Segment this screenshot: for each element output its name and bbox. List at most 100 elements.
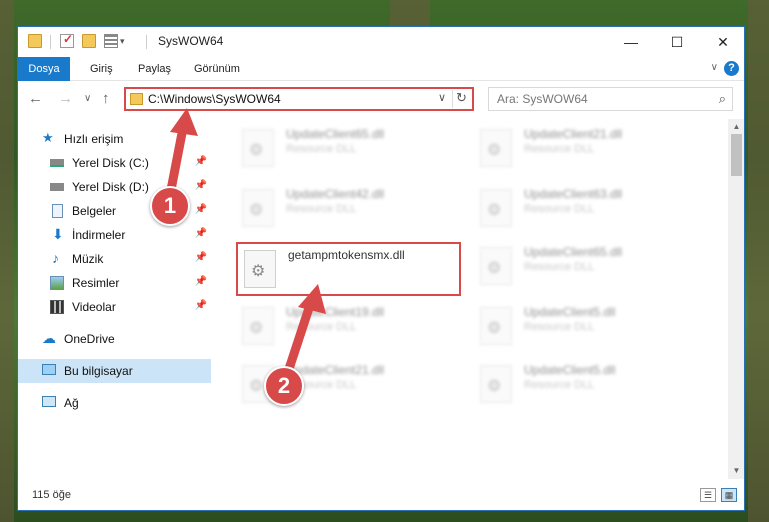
- file-type: Resource DLL: [286, 143, 357, 155]
- ribbon: Dosya Giriş Paylaş Görünüm ∨ ?: [18, 57, 744, 81]
- navigation-bar: ← → ∨ ↑ C:\Windows\SysWOW64 ∨ ↻ Ara: Sys…: [18, 82, 744, 118]
- sidebar-item-this-pc[interactable]: Bu bilgisayar: [18, 359, 211, 383]
- dll-file-icon: [480, 129, 512, 167]
- file-item[interactable]: UpdateClient65.dll Resource DLL: [474, 237, 699, 291]
- sidebar-item-label: Hızlı erişim: [64, 132, 124, 146]
- sidebar-item-label: Ağ: [64, 396, 79, 410]
- pin-icon: 📌: [194, 300, 207, 311]
- separator: [50, 35, 51, 49]
- search-input[interactable]: Ara: SysWOW64 ⌕: [488, 87, 733, 111]
- tab-home[interactable]: Giriş: [90, 57, 113, 81]
- search-icon[interactable]: ⌕: [719, 91, 726, 107]
- sidebar-item-local-disk-c[interactable]: Yerel Disk (C:) 📌: [18, 151, 211, 175]
- address-bar[interactable]: C:\Windows\SysWOW64 ∨ ↻: [124, 87, 474, 111]
- refresh-button[interactable]: ↻: [452, 90, 470, 108]
- sidebar-item-label: Belgeler: [72, 204, 117, 218]
- window-title: SysWOW64: [158, 34, 224, 48]
- file-item[interactable]: UpdateClient5.dll Resource DLL: [474, 297, 699, 351]
- background-tree: [0, 0, 14, 522]
- file-type: Resource DLL: [524, 379, 595, 391]
- sidebar-item-label: Müzik: [72, 252, 104, 266]
- scroll-thumb[interactable]: [731, 134, 742, 176]
- dll-file-icon: [242, 189, 274, 227]
- sidebar-item-label: Resimler: [72, 276, 120, 290]
- sidebar-item-quick-access[interactable]: ★ Hızlı erişim: [18, 127, 211, 151]
- item-count: 115 öğe: [32, 489, 71, 501]
- file-list: UpdateClient65.dll Resource DLL UpdateCl…: [216, 119, 726, 479]
- scroll-down-arrow[interactable]: ▼: [728, 463, 744, 479]
- sidebar-item-music[interactable]: ♪ Müzik 📌: [18, 247, 211, 271]
- scroll-up-arrow[interactable]: ▲: [728, 119, 744, 135]
- file-name: UpdateClient63.dll: [524, 187, 623, 201]
- file-item[interactable]: UpdateClient5.dll Resource DLL: [474, 355, 699, 409]
- back-button[interactable]: ←: [28, 90, 43, 107]
- close-button[interactable]: ✕: [700, 27, 744, 57]
- pin-icon: 📌: [194, 228, 207, 239]
- maximize-button[interactable]: ☐: [654, 27, 700, 57]
- status-bar: 115 öğe ☰ ▦: [18, 482, 744, 510]
- help-icon[interactable]: ?: [724, 61, 739, 76]
- file-name: UpdateClient65.dll: [286, 127, 385, 141]
- file-item[interactable]: UpdateClient21.dll Resource DLL: [474, 119, 699, 173]
- up-button[interactable]: ↑: [102, 90, 110, 107]
- pin-icon: 📌: [194, 252, 207, 263]
- file-type: Resource DLL: [524, 143, 595, 155]
- pin-icon: 📌: [194, 180, 207, 191]
- file-name: UpdateClient5.dll: [524, 305, 616, 319]
- file-item[interactable]: UpdateClient19.dll Resource DLL: [236, 297, 461, 351]
- folder-icon: [130, 93, 143, 105]
- sidebar-item-label: Yerel Disk (D:): [72, 180, 149, 194]
- download-icon: ⬇: [52, 226, 64, 242]
- tab-file[interactable]: Dosya: [18, 57, 70, 81]
- forward-button[interactable]: →: [58, 90, 73, 107]
- sidebar-item-network[interactable]: Ağ: [18, 391, 211, 415]
- tab-share[interactable]: Paylaş: [138, 57, 171, 81]
- sidebar-item-downloads[interactable]: ⬇ İndirmeler 📌: [18, 223, 211, 247]
- file-name: UpdateClient65.dll: [524, 245, 623, 259]
- file-item-highlighted[interactable]: getampmtokensmx.dll: [236, 242, 461, 296]
- address-path[interactable]: C:\Windows\SysWOW64: [148, 92, 281, 106]
- vertical-scrollbar[interactable]: ▲ ▼: [728, 119, 744, 479]
- file-type: Resource DLL: [524, 261, 595, 273]
- file-type: Resource DLL: [286, 321, 357, 333]
- chevron-down-icon[interactable]: ∨: [438, 91, 446, 104]
- file-name: UpdateClient19.dll: [286, 305, 385, 319]
- minimize-button[interactable]: —: [608, 27, 654, 57]
- file-item[interactable]: UpdateClient63.dll Resource DLL: [474, 179, 699, 233]
- file-item[interactable]: UpdateClient42.dll Resource DLL: [236, 179, 461, 233]
- dll-file-icon: [480, 365, 512, 403]
- drive-icon: [50, 159, 64, 167]
- file-type: Resource DLL: [524, 203, 595, 215]
- sidebar-item-onedrive[interactable]: ☁ OneDrive: [18, 327, 211, 351]
- dll-file-icon: [480, 247, 512, 285]
- tab-view[interactable]: Görünüm: [194, 57, 240, 81]
- chevron-down-icon[interactable]: ∨: [711, 62, 718, 73]
- background-tree: [390, 0, 430, 26]
- recent-locations-button[interactable]: ∨: [84, 93, 91, 104]
- file-item[interactable]: UpdateClient65.dll Resource DLL: [236, 119, 461, 173]
- sidebar-item-label: Bu bilgisayar: [64, 364, 133, 378]
- file-explorer-window: ▾ SysWOW64 — ☐ ✕ Dosya Giriş Paylaş Görü…: [17, 26, 745, 511]
- drive-icon: [50, 183, 64, 191]
- large-icons-view-button[interactable]: ▦: [721, 488, 737, 502]
- star-icon: ★: [42, 130, 54, 145]
- customize-toolbar-icon[interactable]: [104, 34, 118, 48]
- dll-file-icon: [244, 250, 276, 288]
- pin-icon: 📌: [194, 276, 207, 287]
- chevron-down-icon[interactable]: ▾: [120, 36, 134, 50]
- properties-icon[interactable]: [60, 32, 74, 48]
- pictures-icon: [50, 276, 64, 290]
- separator: [146, 35, 147, 49]
- background-tree: [748, 0, 769, 522]
- dll-file-icon: [242, 129, 274, 167]
- sidebar-item-pictures[interactable]: Resimler 📌: [18, 271, 211, 295]
- details-view-button[interactable]: ☰: [700, 488, 716, 502]
- sidebar-item-videos[interactable]: Videolar 📌: [18, 295, 211, 319]
- title-bar: ▾ SysWOW64 — ☐ ✕: [18, 27, 744, 57]
- step-badge-1: 1: [150, 186, 190, 226]
- pin-icon: 📌: [194, 156, 207, 167]
- new-folder-icon[interactable]: [82, 34, 96, 48]
- sidebar-item-label: İndirmeler: [72, 228, 126, 242]
- step-badge-2: 2: [264, 366, 304, 406]
- sidebar-item-label: OneDrive: [64, 332, 115, 346]
